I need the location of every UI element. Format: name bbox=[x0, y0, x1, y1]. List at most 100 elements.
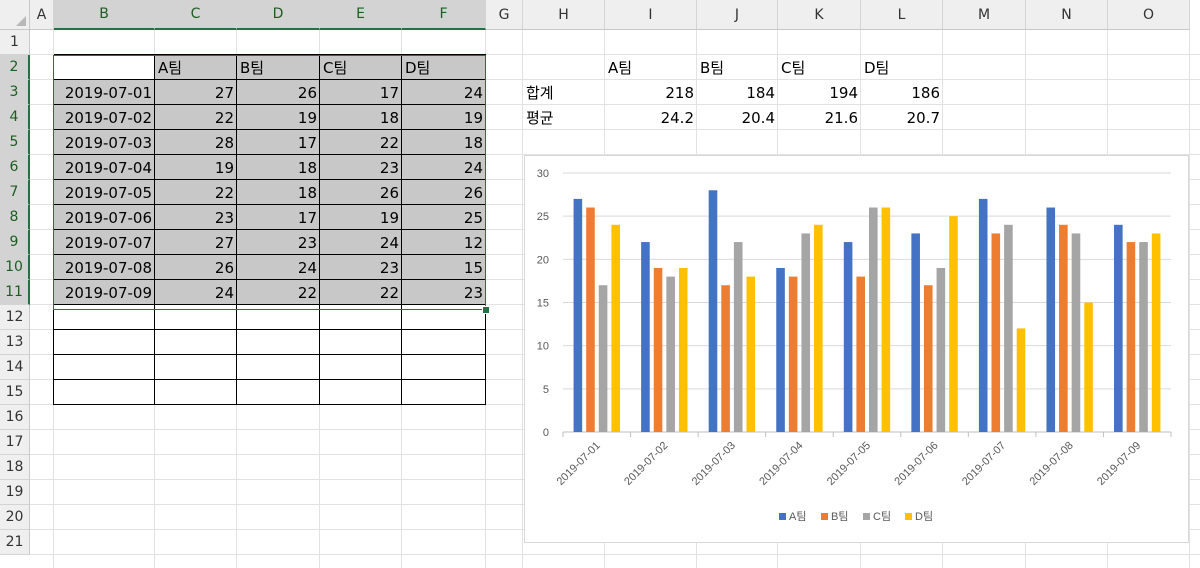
chart-bar-D팀-2019-07-08[interactable] bbox=[1084, 302, 1093, 433]
row-header-2[interactable]: 2 bbox=[0, 55, 30, 80]
date-cell[interactable]: 2019-07-08 bbox=[54, 255, 155, 280]
chart-bar-D팀-2019-07-09[interactable] bbox=[1151, 233, 1161, 432]
legend-label[interactable]: C팀 bbox=[873, 510, 891, 523]
value-cell[interactable]: 22 bbox=[155, 105, 237, 130]
chart-bar-B팀-2019-07-07[interactable] bbox=[991, 233, 1001, 432]
value-cell[interactable]: 18 bbox=[320, 105, 402, 130]
value-cell[interactable]: 19 bbox=[155, 155, 237, 180]
value-cell[interactable]: 22 bbox=[320, 130, 402, 155]
value-cell[interactable]: 23 bbox=[402, 280, 486, 305]
value-cell[interactable]: 19 bbox=[320, 205, 402, 230]
row-header-17[interactable]: 17 bbox=[0, 430, 30, 455]
row-header-10[interactable]: 10 bbox=[0, 255, 30, 280]
chart-bar-A팀-2019-07-07[interactable] bbox=[978, 198, 988, 432]
row-header-7[interactable]: 7 bbox=[0, 180, 30, 205]
chart-bar-A팀-2019-07-08[interactable] bbox=[1046, 207, 1056, 432]
row-header-6[interactable]: 6 bbox=[0, 155, 30, 180]
value-cell[interactable]: 26 bbox=[155, 255, 237, 280]
sum-value-cell[interactable]: 186 bbox=[861, 80, 943, 105]
summary-header-cell[interactable]: C팀 bbox=[778, 55, 861, 80]
table-header-cell[interactable]: B팀 bbox=[237, 55, 320, 80]
date-cell[interactable]: 2019-07-03 bbox=[54, 130, 155, 155]
value-cell[interactable]: 17 bbox=[237, 130, 320, 155]
value-cell[interactable]: 18 bbox=[237, 180, 320, 205]
row-header-9[interactable]: 9 bbox=[0, 230, 30, 255]
row-header-20[interactable]: 20 bbox=[0, 505, 30, 530]
value-cell[interactable]: 26 bbox=[320, 180, 402, 205]
legend-label[interactable]: D팀 bbox=[915, 510, 933, 523]
legend-label[interactable]: B팀 bbox=[831, 510, 848, 523]
chart-bar-C팀-2019-07-09[interactable] bbox=[1139, 242, 1148, 432]
column-header-j[interactable]: J bbox=[697, 0, 778, 30]
summary-header-cell[interactable]: A팀 bbox=[605, 55, 697, 80]
table-header-cell[interactable]: D팀 bbox=[402, 55, 486, 80]
value-cell[interactable]: 24 bbox=[402, 155, 486, 180]
average-value-cell[interactable]: 20.4 bbox=[697, 105, 778, 130]
chart-bar-B팀-2019-07-04[interactable] bbox=[788, 276, 798, 432]
average-value-cell[interactable]: 21.6 bbox=[778, 105, 861, 130]
value-cell[interactable]: 24 bbox=[155, 280, 237, 305]
table-header-cell[interactable]: A팀 bbox=[155, 55, 237, 80]
row-header-18[interactable]: 18 bbox=[0, 455, 30, 480]
chart-bar-B팀-2019-07-06[interactable] bbox=[923, 285, 933, 432]
column-header-c[interactable]: C bbox=[155, 0, 237, 30]
value-cell[interactable]: 28 bbox=[155, 130, 237, 155]
average-value-cell[interactable]: 24.2 bbox=[605, 105, 697, 130]
column-header-d[interactable]: D bbox=[237, 0, 320, 30]
date-cell[interactable]: 2019-07-06 bbox=[54, 205, 155, 230]
date-cell[interactable]: 2019-07-02 bbox=[54, 105, 155, 130]
row-header-12[interactable]: 12 bbox=[0, 305, 30, 330]
column-header-f[interactable]: F bbox=[402, 0, 486, 30]
column-header-e[interactable]: E bbox=[320, 0, 402, 30]
chart-bar-A팀-2019-07-09[interactable] bbox=[1114, 224, 1123, 432]
chart-bar-D팀-2019-07-05[interactable] bbox=[881, 207, 891, 432]
value-cell[interactable]: 19 bbox=[237, 105, 320, 130]
chart-bar-C팀-2019-07-04[interactable] bbox=[801, 233, 811, 432]
row-header-13[interactable]: 13 bbox=[0, 330, 30, 355]
chart-bar-D팀-2019-07-06[interactable] bbox=[949, 216, 958, 432]
chart-bar-A팀-2019-07-06[interactable] bbox=[911, 233, 920, 432]
value-cell[interactable]: 19 bbox=[402, 105, 486, 130]
chart-bar-B팀-2019-07-09[interactable] bbox=[1126, 242, 1136, 432]
bar-chart[interactable]: 0 5 10 15 20 25 30 2019-07-01 2019-07-02 2019-07-… bbox=[524, 155, 1189, 543]
row-header-4[interactable]: 4 bbox=[0, 105, 30, 130]
value-cell[interactable]: 23 bbox=[237, 230, 320, 255]
value-cell[interactable]: 18 bbox=[237, 155, 320, 180]
legend-label[interactable]: A팀 bbox=[789, 510, 806, 523]
column-header-m[interactable]: M bbox=[943, 0, 1026, 30]
average-label[interactable]: 평균 bbox=[523, 105, 605, 130]
column-header-n[interactable]: N bbox=[1026, 0, 1108, 30]
sum-value-cell[interactable]: 218 bbox=[605, 80, 697, 105]
sum-label[interactable]: 합계 bbox=[523, 80, 605, 105]
value-cell[interactable]: 17 bbox=[237, 205, 320, 230]
row-header-19[interactable]: 19 bbox=[0, 480, 30, 505]
chart-bar-D팀-2019-07-03[interactable] bbox=[746, 276, 756, 432]
value-cell[interactable]: 26 bbox=[402, 180, 486, 205]
row-header-21[interactable]: 21 bbox=[0, 530, 30, 555]
value-cell[interactable]: 23 bbox=[320, 155, 402, 180]
chart-bar-B팀-2019-07-08[interactable] bbox=[1059, 224, 1068, 432]
chart-bar-A팀-2019-07-04[interactable] bbox=[776, 267, 785, 432]
chart-bar-D팀-2019-07-04[interactable] bbox=[814, 224, 823, 432]
value-cell[interactable]: 24 bbox=[402, 80, 486, 105]
column-header-g[interactable]: G bbox=[486, 0, 523, 30]
column-header-l[interactable]: L bbox=[861, 0, 943, 30]
table-header-cell[interactable]: C팀 bbox=[320, 55, 402, 80]
column-header-b[interactable]: B bbox=[54, 0, 155, 30]
row-header-8[interactable]: 8 bbox=[0, 205, 30, 230]
chart-bar-D팀-2019-07-02[interactable] bbox=[678, 267, 688, 432]
value-cell[interactable]: 22 bbox=[155, 180, 237, 205]
chart-bar-B팀-2019-07-02[interactable] bbox=[653, 267, 663, 432]
value-cell[interactable]: 12 bbox=[402, 230, 486, 255]
summary-header-cell[interactable]: D팀 bbox=[861, 55, 943, 80]
row-header-14[interactable]: 14 bbox=[0, 355, 30, 380]
date-cell[interactable]: 2019-07-09 bbox=[54, 280, 155, 305]
row-header-15[interactable]: 15 bbox=[0, 380, 30, 405]
value-cell[interactable]: 24 bbox=[320, 230, 402, 255]
date-cell[interactable]: 2019-07-01 bbox=[54, 80, 155, 105]
value-cell[interactable]: 24 bbox=[237, 255, 320, 280]
value-cell[interactable]: 23 bbox=[155, 205, 237, 230]
sum-value-cell[interactable]: 194 bbox=[778, 80, 861, 105]
chart-bar-C팀-2019-07-03[interactable] bbox=[733, 242, 743, 432]
row-header-3[interactable]: 3 bbox=[0, 80, 30, 105]
